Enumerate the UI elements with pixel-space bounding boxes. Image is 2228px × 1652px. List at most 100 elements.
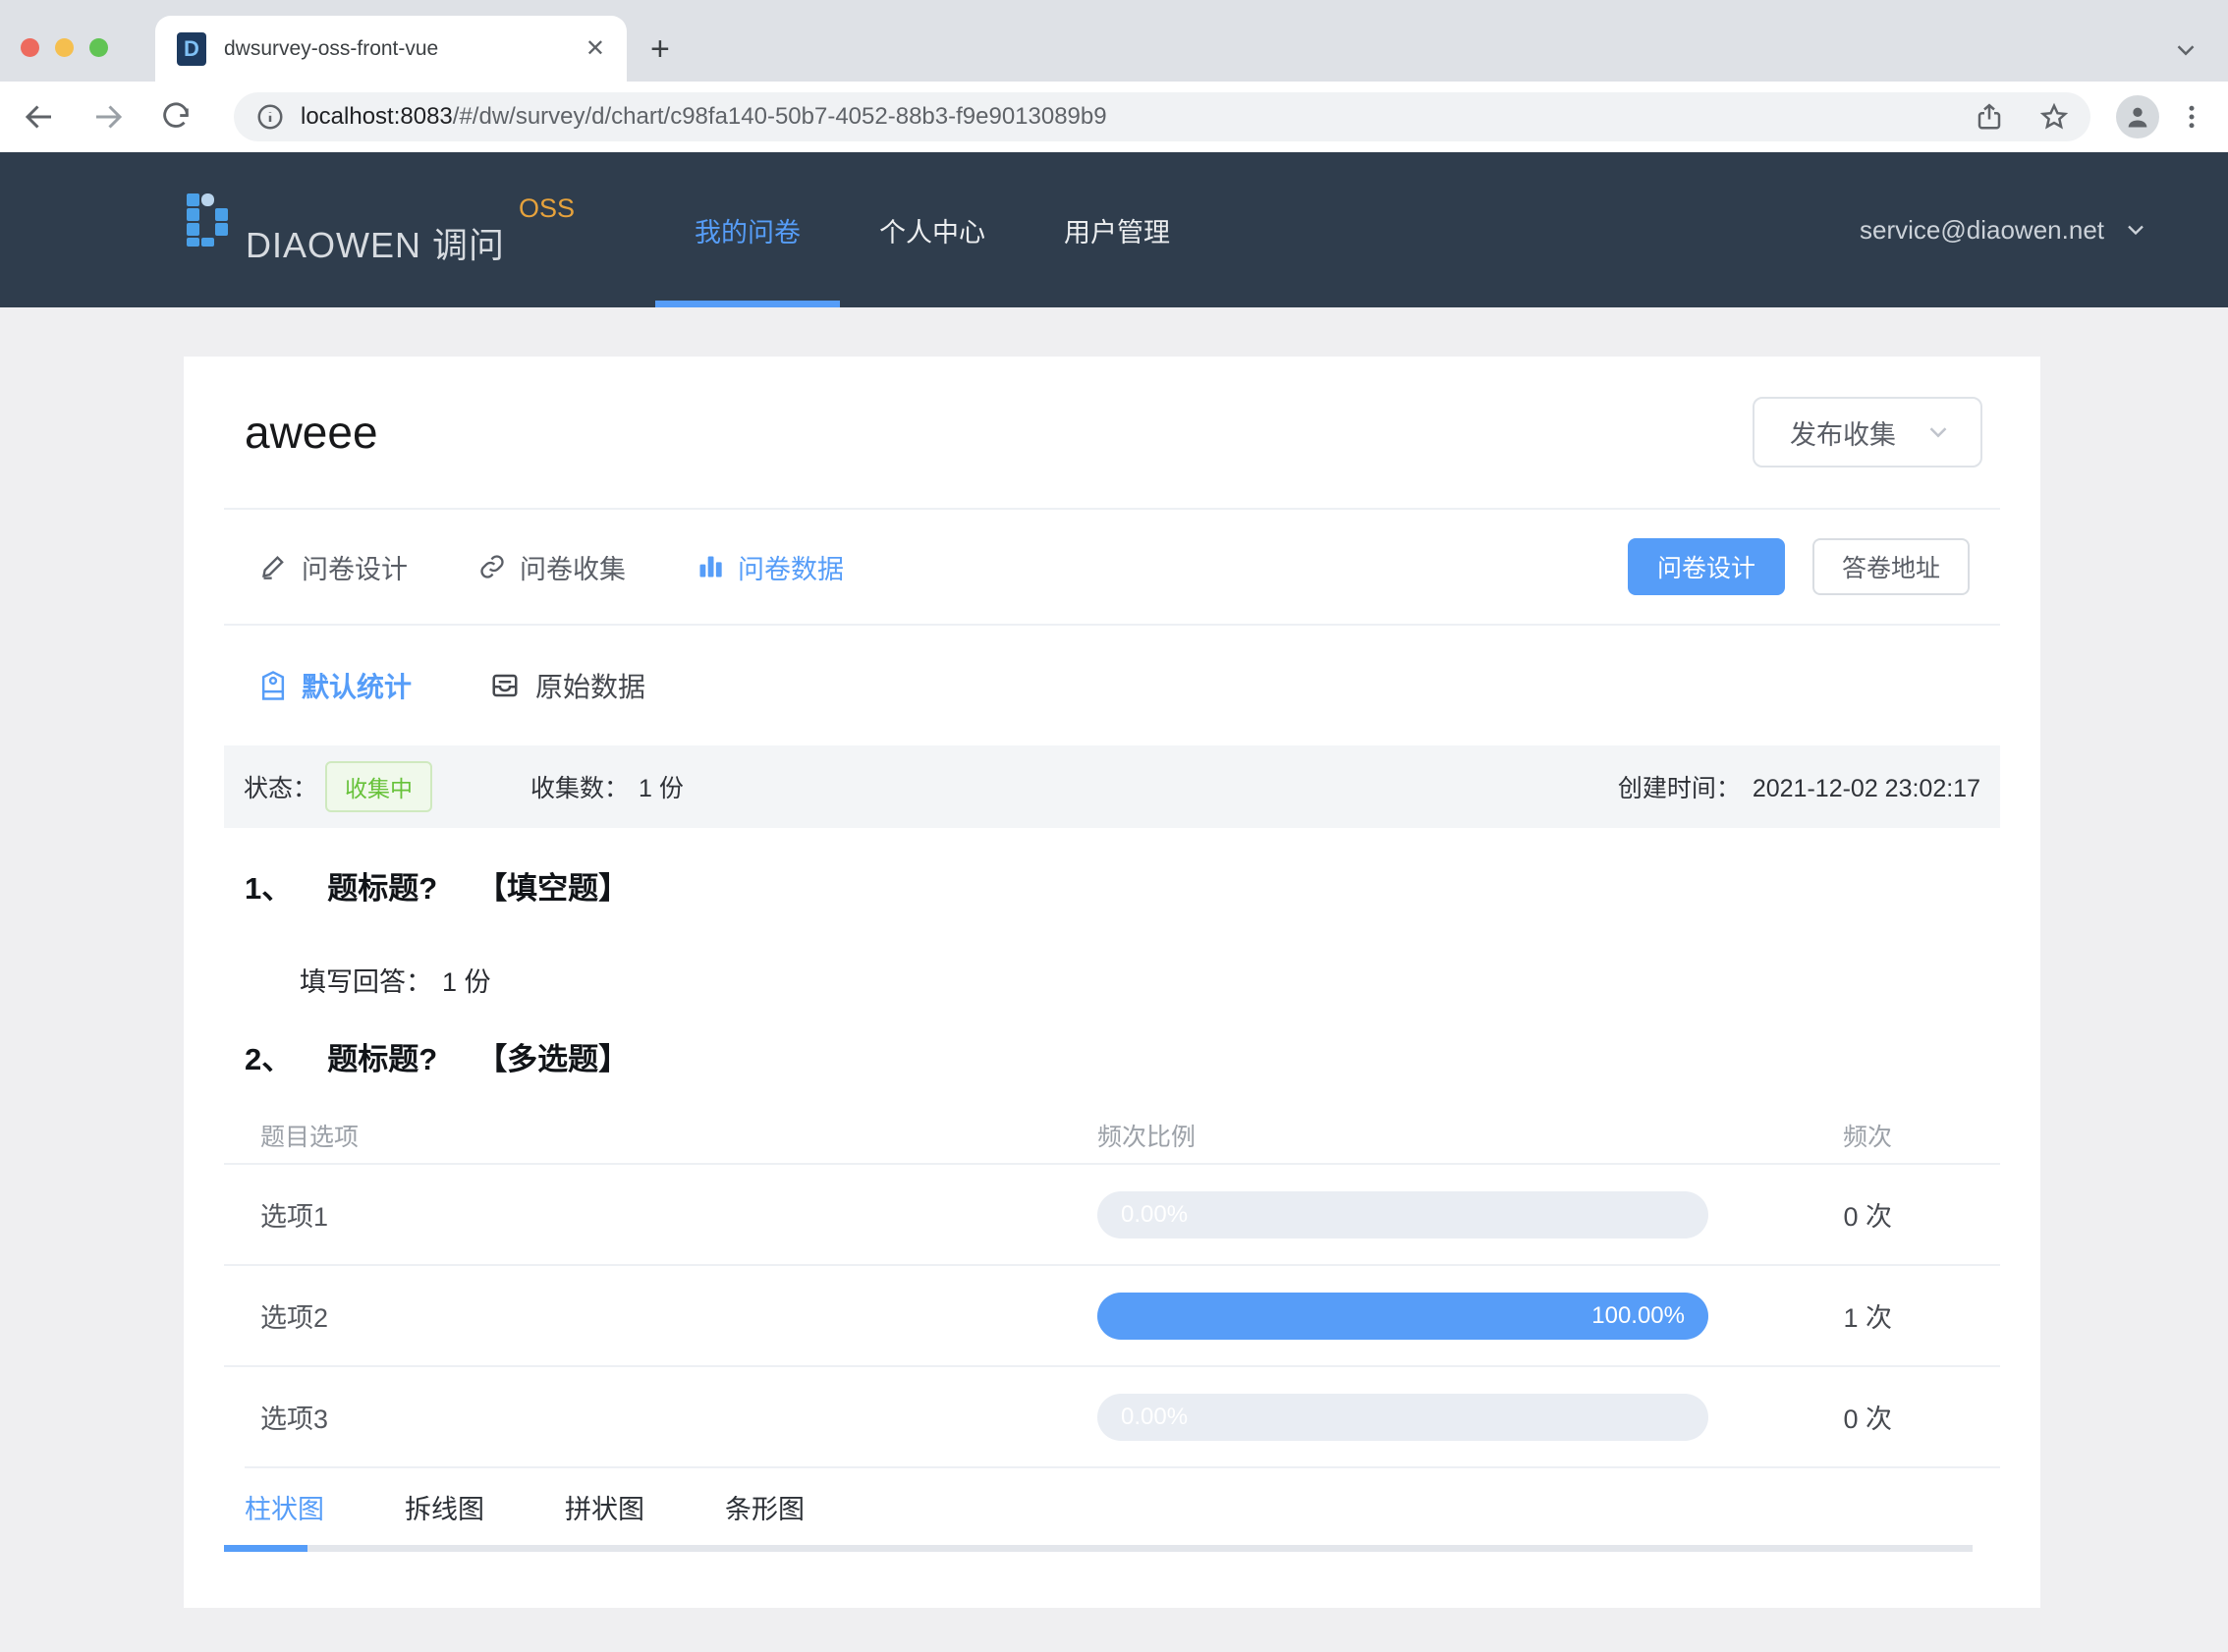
frequency-value: 0 次 [1843,1202,1892,1232]
nav-item-my-surveys[interactable]: 我的问卷 [655,152,841,307]
table-row: 选项1 0.00% 0 次 [224,1163,2000,1264]
browser-tab-strip: D dwsurvey-oss-front-vue ✕ + [0,0,2228,82]
nav-item-personal-center[interactable]: 个人中心 [840,152,1025,307]
table-row: 选项3 0.00% 0 次 [224,1365,2000,1466]
tab-label: 原始数据 [535,672,646,702]
browser-tab[interactable]: D dwsurvey-oss-front-vue ✕ [155,16,627,82]
inbox-icon [492,674,518,697]
status-bar: 状态： 收集中 收集数： 1 份 创建时间： 2021-12-02 23:02:17 [224,745,2000,828]
option-label: 选项1 [260,1202,329,1232]
url-host: localhost:8083 [301,103,453,130]
site-info-icon[interactable] [255,102,285,132]
browser-menu-icon[interactable] [2177,102,2206,132]
option-label: 选项3 [260,1404,329,1434]
frequency-value: 0 次 [1843,1404,1892,1434]
publish-collect-select[interactable]: 发布收集 [1753,397,1982,468]
chevron-down-icon [1929,427,1947,438]
reload-icon[interactable] [159,100,193,134]
tab-survey-data[interactable]: 问卷数据 [696,548,844,586]
chart-tab-pie[interactable]: 拼状图 [565,1488,644,1526]
tab-close-icon[interactable]: ✕ [585,34,605,63]
header-frequency: 频次 [1842,1124,1892,1151]
collect-count: 收集数： 1 份 [530,769,684,804]
browser-profile-avatar[interactable] [2116,95,2159,138]
tag-icon [261,671,285,700]
chart-tabs-track [224,1545,1973,1552]
tab-label: 问卷收集 [520,554,626,584]
maximize-window-button[interactable] [89,38,108,57]
header-ratio: 频次比例 [1097,1124,1197,1151]
table-row: 选项2 100.00% 1 次 [224,1264,2000,1365]
answer-url-button[interactable]: 答卷地址 [1812,538,1970,595]
tab-title: dwsurvey-oss-front-vue [224,36,439,60]
chart-tab-line[interactable]: 拆线图 [405,1488,484,1526]
ratio-bar-label: 0.00% [1121,1403,1189,1430]
share-icon[interactable] [1975,102,2004,132]
header-option: 题目选项 [260,1124,360,1151]
main-nav: 我的问卷 个人中心 用户管理 [655,152,1209,307]
tab-label: 问卷数据 [738,554,844,584]
close-window-button[interactable] [21,38,39,57]
created-time-label: 创建时间： [1617,775,1741,802]
brand[interactable]: DIAOWEN 调问 OSS [185,192,575,268]
edit-icon [262,556,284,579]
collect-count-value: 1 份 [639,775,684,802]
tab-default-statistics[interactable]: 默认统计 [260,666,412,705]
bar-chart-icon [699,556,722,578]
bookmark-star-icon[interactable] [2039,102,2069,132]
tab-survey-collect[interactable]: 问卷收集 [478,548,626,586]
forward-icon[interactable] [90,99,126,135]
site-favicon: D [177,31,206,66]
tab-label: 默认统计 [302,672,413,702]
window-controls [21,38,108,57]
tab-label: 问卷设计 [302,554,408,584]
tab-raw-data[interactable]: 原始数据 [490,666,645,705]
question-type: 【填空题】 [476,871,630,906]
answer-value: 1 份 [442,967,491,997]
question-number: 1、 [245,871,293,906]
chart-tabs-active-indicator [224,1545,307,1552]
brand-name: DIAOWEN 调问 [246,225,506,265]
question-title: 题标题? [327,1042,438,1076]
created-time: 创建时间： 2021-12-02 23:02:17 [1618,769,1980,804]
chart-tab-column[interactable]: 柱状图 [245,1488,324,1526]
app-header: DIAOWEN 调问 OSS 我的问卷 个人中心 用户管理 service@di… [0,152,2228,307]
browser-toolbar: localhost:8083/#/dw/survey/d/chart/c98fa… [0,82,2228,152]
status-badge: 收集中 [325,761,433,812]
ratio-bar: 0.00% [1097,1393,1708,1441]
tab-search-chevron-icon[interactable] [2171,35,2200,65]
question-number: 2、 [245,1042,293,1076]
created-time-value: 2021-12-02 23:02:17 [1752,775,1980,802]
status-label: 状态： [244,775,318,802]
brand-badge: OSS [519,193,576,223]
ratio-bar: 0.00% [1097,1190,1708,1239]
question-1: 1、 题标题? 【填空题】 填写回答： 1 份 [245,863,2000,999]
question-2: 2、 题标题? 【多选题】 [245,1034,2000,1078]
table-header: 题目选项 频次比例 频次 [224,1108,2000,1163]
url-path: /#/dw/survey/d/chart/c98fa140-50b7-4052-… [452,103,1107,130]
survey-design-button[interactable]: 问卷设计 [1628,538,1785,595]
page-background: aweee 发布收集 问卷设计 问卷收集 问卷数据 问卷设计 答卷地址 默认统计… [0,307,2228,1652]
options-table: 题目选项 频次比例 频次 选项1 0.00% 0 次 选项2 100.00% 1… [224,1108,2000,1466]
back-icon[interactable] [22,99,57,135]
url-text: localhost:8083/#/dw/survey/d/chart/c98fa… [301,103,1955,131]
ratio-bar-label: 100.00% [1591,1301,1685,1329]
survey-title: aweee [245,407,378,458]
tab-survey-design[interactable]: 问卷设计 [260,548,408,586]
link-icon [480,555,504,578]
account-menu[interactable]: service@diaowen.net [1860,215,2149,246]
option-label: 选项2 [260,1303,329,1333]
nav-item-user-management[interactable]: 用户管理 [1025,152,1209,307]
question-title: 题标题? [327,871,438,906]
chart-tab-bar[interactable]: 条形图 [725,1488,805,1526]
browser-window: D dwsurvey-oss-front-vue ✕ + localhost:8… [0,0,2228,1652]
chart-type-tabs: 柱状图 拆线图 拼状图 条形图 [245,1466,2000,1545]
frequency-value: 1 次 [1843,1303,1892,1333]
answer-label: 填写回答： [300,967,432,997]
ratio-bar-label: 0.00% [1121,1200,1189,1228]
publish-collect-value: 发布收集 [1790,419,1896,450]
ratio-bar: 100.00% [1097,1292,1708,1340]
minimize-window-button[interactable] [55,38,74,57]
address-bar[interactable]: localhost:8083/#/dw/survey/d/chart/c98fa… [234,92,2090,141]
new-tab-button[interactable]: + [650,32,670,66]
